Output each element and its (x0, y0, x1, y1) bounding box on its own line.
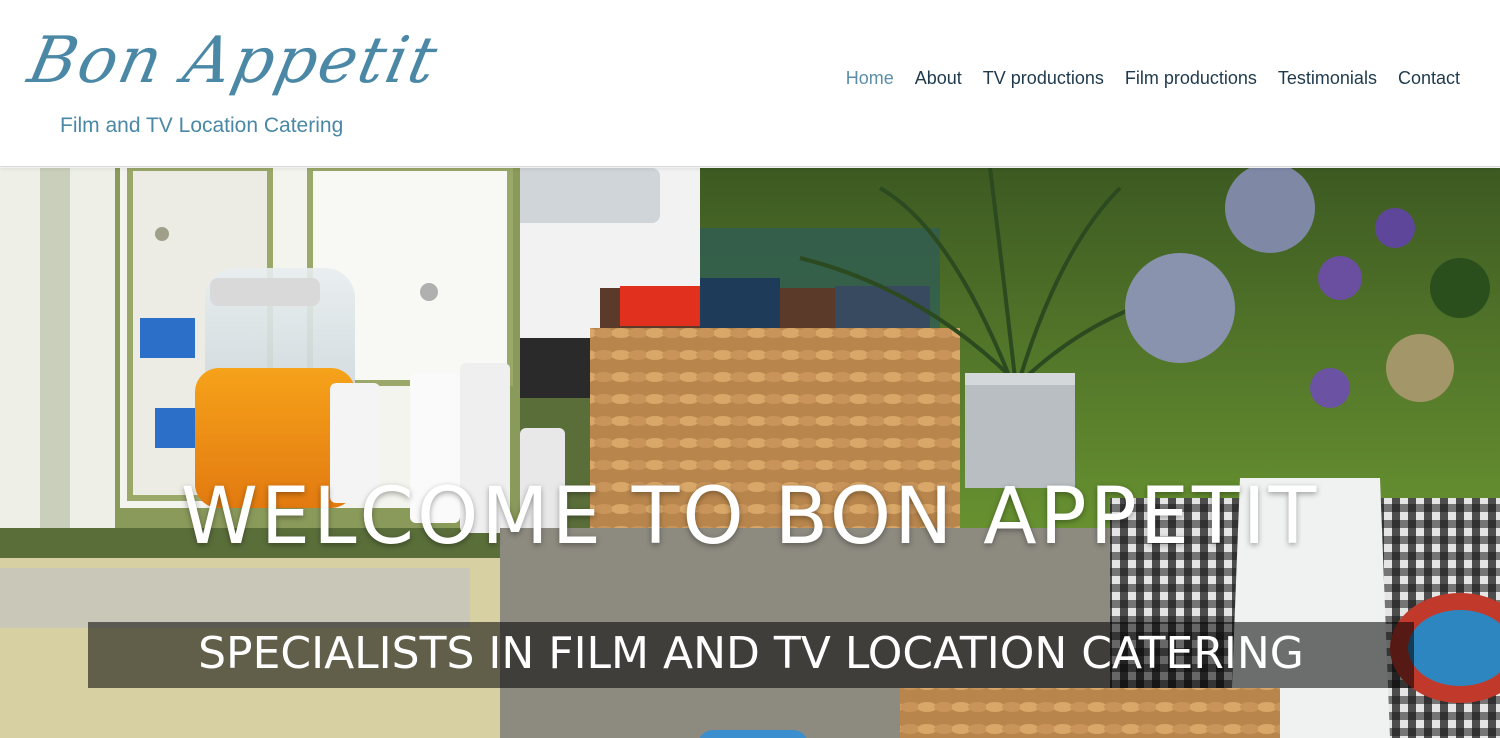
nav-item-tv-productions[interactable]: TV productions (983, 68, 1104, 89)
logo-wordmark: Bon Appetit (22, 24, 445, 98)
nav-item-contact[interactable]: Contact (1398, 68, 1460, 89)
nav-item-testimonials[interactable]: Testimonials (1278, 68, 1377, 89)
nav-item-film-productions[interactable]: Film productions (1125, 68, 1257, 89)
nav-item-about[interactable]: About (915, 68, 962, 89)
hero-cta-button[interactable] (698, 730, 808, 738)
hero-subtitle: SPECIALISTS IN FILM AND TV LOCATION CATE… (198, 628, 1304, 679)
site-header: Bon Appetit Film and TV Location Caterin… (0, 0, 1500, 167)
brand-logo[interactable]: Bon Appetit Film and TV Location Caterin… (22, 22, 445, 150)
main-navigation: Home About TV productions Film productio… (846, 68, 1460, 89)
hero-title: WELCOME TO BON APPETIT (180, 472, 1320, 562)
nav-item-home[interactable]: Home (846, 68, 894, 89)
hero-banner: WELCOME TO BON APPETIT SPECIALISTS IN FI… (0, 168, 1500, 738)
logo-tagline: Film and TV Location Catering (60, 114, 344, 137)
hero-subtitle-band: SPECIALISTS IN FILM AND TV LOCATION CATE… (88, 622, 1414, 688)
